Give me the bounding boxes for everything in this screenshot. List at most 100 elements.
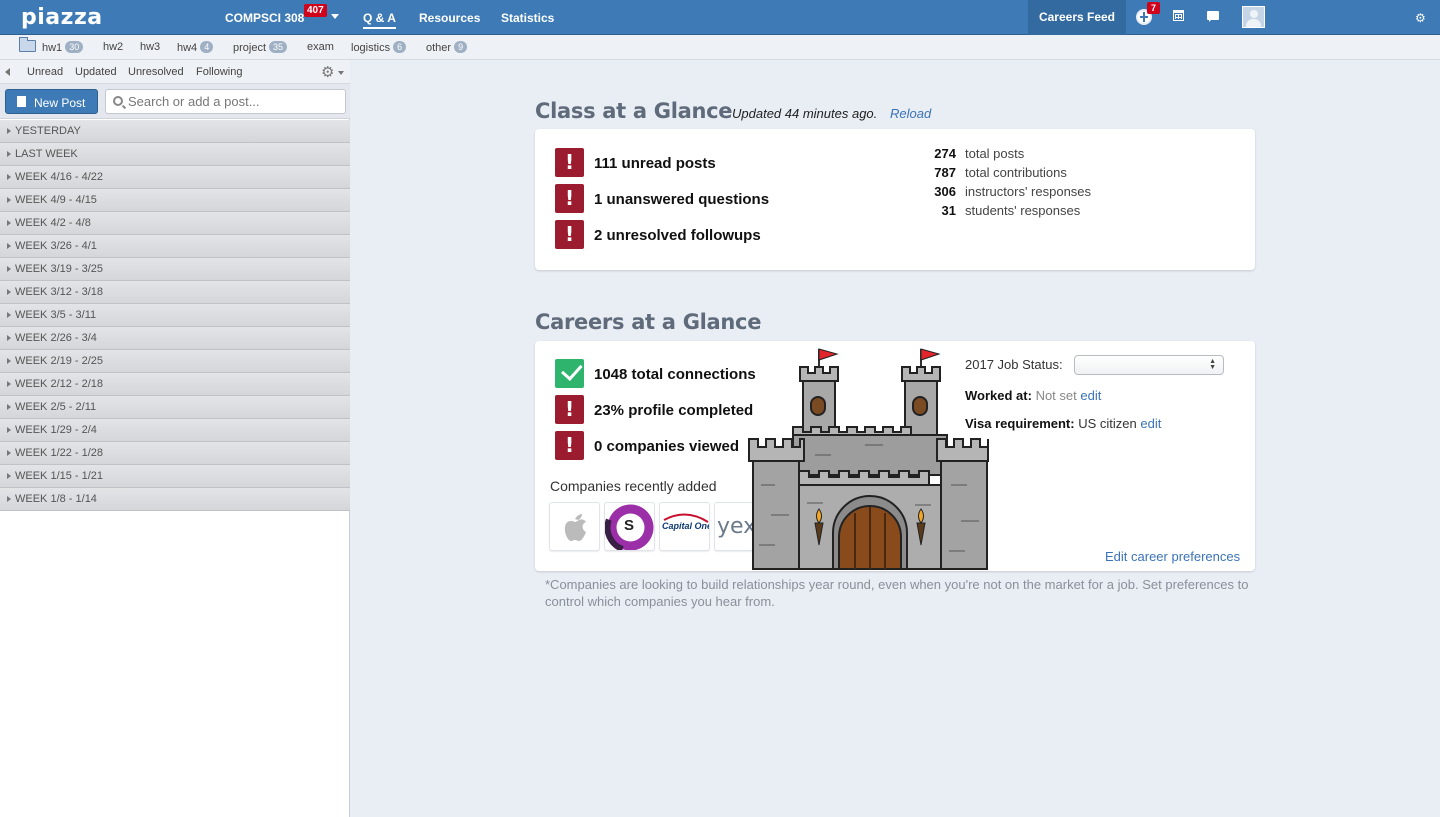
filter-bar: Unread Updated Unresolved Following ⚙ bbox=[0, 60, 350, 84]
filter-unread[interactable]: Unread bbox=[27, 66, 63, 78]
careers-feed-button[interactable]: Careers Feed bbox=[1028, 0, 1126, 35]
total-connections: 1048 total connections bbox=[594, 366, 756, 383]
unread-posts[interactable]: 111 unread posts bbox=[594, 155, 716, 172]
course-selector[interactable]: COMPSCI 308 bbox=[225, 11, 304, 25]
folder-hw2[interactable]: hw2 bbox=[103, 41, 123, 53]
week-group[interactable]: WEEK 3/26 - 4/1 bbox=[0, 235, 350, 258]
new-post-button[interactable]: New Post bbox=[5, 89, 98, 114]
piazza-logo[interactable]: piazza bbox=[21, 5, 103, 30]
expand-arrow-icon bbox=[7, 427, 11, 433]
week-label: WEEK 3/12 - 3/18 bbox=[15, 286, 104, 298]
week-group[interactable]: WEEK 1/22 - 1/28 bbox=[0, 442, 350, 465]
week-group[interactable]: WEEK 3/12 - 3/18 bbox=[0, 281, 350, 304]
new-post-label: New Post bbox=[34, 96, 86, 110]
expand-arrow-icon bbox=[7, 404, 11, 410]
expand-arrow-icon bbox=[7, 473, 11, 479]
week-label: LAST WEEK bbox=[15, 148, 78, 160]
careers-glance-title: Careers at a Glance bbox=[535, 310, 762, 334]
search-input[interactable] bbox=[128, 93, 340, 110]
worked-at-row: Worked at: Not set edit bbox=[965, 388, 1101, 403]
week-group[interactable]: WEEK 1/29 - 2/4 bbox=[0, 419, 350, 442]
search-box[interactable] bbox=[105, 89, 346, 114]
folder-hw4[interactable]: hw4 4 bbox=[177, 41, 214, 54]
folder-project[interactable]: project 35 bbox=[233, 41, 288, 54]
nav-statistics[interactable]: Statistics bbox=[501, 11, 554, 25]
expand-arrow-icon bbox=[7, 358, 11, 364]
gear-icon[interactable]: ⚙ bbox=[1415, 11, 1426, 25]
nav-resources[interactable]: Resources bbox=[419, 11, 480, 25]
expand-arrow-icon bbox=[7, 381, 11, 387]
week-group[interactable]: YESTERDAY bbox=[0, 120, 350, 143]
apple-logo[interactable] bbox=[549, 502, 600, 551]
week-group[interactable]: WEEK 2/19 - 2/25 bbox=[0, 350, 350, 373]
folder-count: 4 bbox=[200, 41, 214, 53]
stat-label: total contributions bbox=[965, 165, 1067, 180]
week-group[interactable]: LAST WEEK bbox=[0, 143, 350, 166]
stat-label: students' responses bbox=[965, 203, 1081, 218]
filter-following[interactable]: Following bbox=[196, 66, 242, 78]
profile-completed[interactable]: 23% profile completed bbox=[594, 402, 753, 419]
week-label: WEEK 3/5 - 3/11 bbox=[15, 309, 97, 321]
expand-arrow-icon bbox=[7, 128, 11, 134]
folder-hw1[interactable]: hw1 30 bbox=[42, 41, 84, 54]
nav-qa[interactable]: Q & A bbox=[363, 11, 396, 29]
filter-updated[interactable]: Updated bbox=[75, 66, 117, 78]
week-group[interactable]: WEEK 3/19 - 3/25 bbox=[0, 258, 350, 281]
week-group[interactable]: WEEK 4/9 - 4/15 bbox=[0, 189, 350, 212]
stat-number: 31 bbox=[941, 203, 956, 218]
chevron-down-icon[interactable] bbox=[331, 14, 339, 19]
class-glance-title: Class at a Glance bbox=[535, 99, 733, 123]
stat-label: instructors' responses bbox=[965, 184, 1092, 199]
company-letter: S bbox=[624, 517, 635, 534]
company-logo-s[interactable]: S bbox=[604, 502, 655, 551]
week-group[interactable]: WEEK 1/15 - 1/21 bbox=[0, 465, 350, 488]
week-label: WEEK 1/8 - 1/14 bbox=[15, 493, 97, 505]
week-group[interactable]: WEEK 3/5 - 3/11 bbox=[0, 304, 350, 327]
collapse-sidebar-icon[interactable] bbox=[5, 68, 10, 76]
week-label: WEEK 4/2 - 4/8 bbox=[15, 217, 91, 229]
folder-count: 6 bbox=[393, 41, 407, 53]
folder-other[interactable]: other 9 bbox=[426, 41, 468, 54]
job-status-select[interactable]: ▲ ▼ bbox=[1074, 355, 1224, 375]
unresolved-followups[interactable]: 2 unresolved followups bbox=[594, 227, 761, 244]
reload-link[interactable]: Reload bbox=[890, 106, 931, 121]
alert-icon: ! bbox=[555, 148, 584, 177]
updated-text: Updated 44 minutes ago. bbox=[732, 106, 878, 121]
visa-row: Visa requirement: US citizen edit bbox=[965, 416, 1161, 431]
chevron-down-icon[interactable] bbox=[338, 71, 344, 75]
companies-viewed[interactable]: 0 companies viewed bbox=[594, 438, 739, 455]
week-group[interactable]: WEEK 2/5 - 2/11 bbox=[0, 396, 350, 419]
edit-worked-at-link[interactable]: edit bbox=[1080, 388, 1101, 403]
folder-exam[interactable]: exam bbox=[307, 41, 334, 53]
week-label: WEEK 1/22 - 1/28 bbox=[15, 447, 104, 459]
week-label: WEEK 1/15 - 1/21 bbox=[15, 470, 104, 482]
edit-visa-link[interactable]: edit bbox=[1140, 416, 1161, 431]
week-label: WEEK 3/19 - 3/25 bbox=[15, 263, 104, 275]
expand-arrow-icon bbox=[7, 266, 11, 272]
edit-career-preferences-link[interactable]: Edit career preferences bbox=[1105, 549, 1240, 564]
capital-one-logo[interactable]: Capital One bbox=[659, 502, 710, 551]
folder-logistics[interactable]: logistics 6 bbox=[351, 41, 407, 54]
visa-label: Visa requirement: bbox=[965, 416, 1075, 431]
week-group[interactable]: WEEK 2/26 - 3/4 bbox=[0, 327, 350, 350]
expand-arrow-icon bbox=[7, 289, 11, 295]
chat-icon[interactable] bbox=[1207, 11, 1219, 22]
week-label: WEEK 1/29 - 2/4 bbox=[15, 424, 97, 436]
week-group[interactable]: WEEK 4/16 - 4/22 bbox=[0, 166, 350, 189]
unanswered-questions[interactable]: 1 unanswered questions bbox=[594, 191, 769, 208]
week-group[interactable]: WEEK 4/2 - 4/8 bbox=[0, 212, 350, 235]
stat-number: 306 bbox=[934, 184, 956, 199]
gear-icon[interactable]: ⚙ bbox=[321, 63, 334, 81]
folder-hw3[interactable]: hw3 bbox=[140, 41, 160, 53]
stat-label: total posts bbox=[965, 146, 1025, 161]
folder-icon[interactable] bbox=[19, 37, 36, 52]
avatar[interactable] bbox=[1242, 6, 1265, 28]
week-group[interactable]: WEEK 1/8 - 1/14 bbox=[0, 488, 350, 511]
castle-illustration bbox=[748, 348, 989, 570]
calendar-icon[interactable] bbox=[1173, 10, 1184, 21]
expand-arrow-icon bbox=[7, 174, 11, 180]
alert-icon: ! bbox=[555, 395, 584, 424]
filter-unresolved[interactable]: Unresolved bbox=[128, 66, 184, 78]
check-icon bbox=[555, 359, 584, 388]
week-group[interactable]: WEEK 2/12 - 2/18 bbox=[0, 373, 350, 396]
